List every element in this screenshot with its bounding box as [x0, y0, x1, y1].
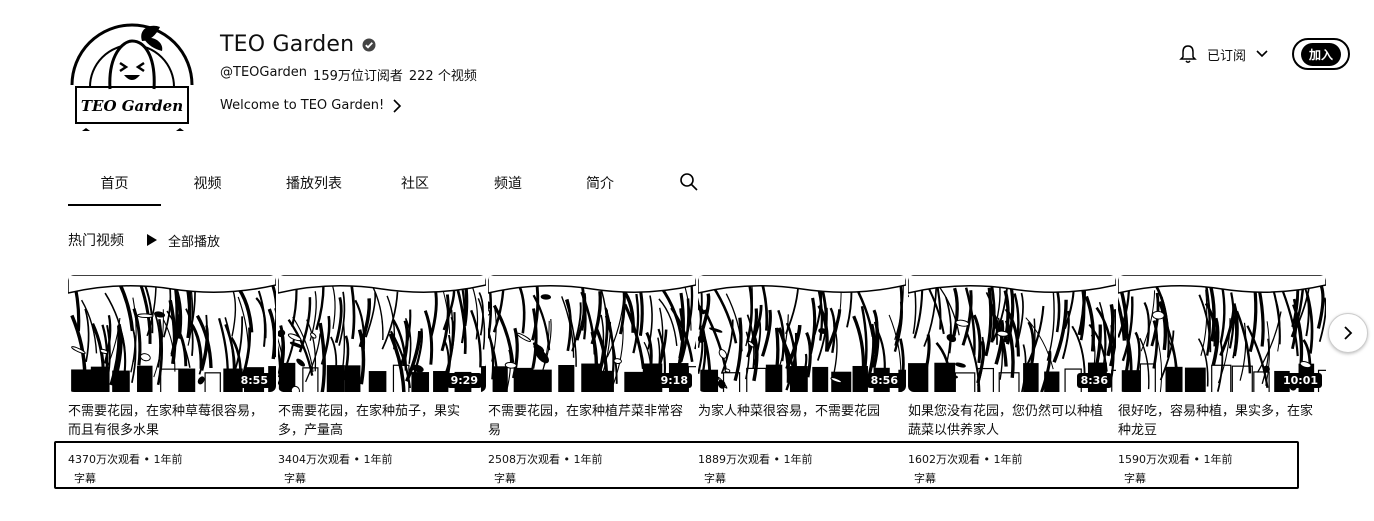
view-count: 2508万次观看 — [488, 453, 560, 466]
captions-badge: 字幕 — [914, 472, 936, 485]
video-stats-highlight: 4370万次观看 • 1年前 字幕 3404万次观看 • 1年前 字幕 2508… — [54, 441, 1299, 489]
video-shelf: 8:55 不需要花园，在家种草莓很容易，而且有很多水果 9:29 不需要花园，在… — [68, 275, 1330, 445]
video-title[interactable]: 如果您没有花园，您仍然可以种植蔬菜以供养家人 — [908, 402, 1113, 440]
channel-description: Welcome to TEO Garden! — [220, 98, 385, 113]
tab-search[interactable] — [640, 168, 738, 206]
captions-badge: 字幕 — [1124, 472, 1146, 485]
video-stats: 1602万次观看 • 1年前 字幕 — [908, 450, 1022, 488]
join-label: 加入 — [1300, 42, 1341, 66]
channel-tabs: 首页 视频 播放列表 社区 频道 简介 — [68, 168, 738, 206]
tab-about[interactable]: 简介 — [560, 168, 640, 206]
view-count: 1602万次观看 — [908, 453, 980, 466]
duration-badge: 10:01 — [1278, 373, 1322, 388]
view-count: 1590万次观看 — [1118, 453, 1190, 466]
upload-age: 1年前 — [1203, 453, 1233, 466]
join-button[interactable]: 加入 — [1292, 38, 1350, 70]
video-stats: 1590万次观看 • 1年前 字幕 — [1118, 450, 1232, 488]
view-count: 1889万次观看 — [698, 453, 770, 466]
verified-check-icon — [362, 38, 376, 51]
chevron-right-icon — [393, 98, 402, 113]
video-stats: 4370万次观看 • 1年前 字幕 — [68, 450, 182, 488]
video-thumbnail[interactable]: 8:36 — [908, 275, 1116, 392]
tab-videos[interactable]: 视频 — [161, 168, 254, 206]
subscribed-label: 已订阅 — [1206, 48, 1246, 64]
upload-age: 1年前 — [783, 453, 813, 466]
video-card[interactable]: 8:56 为家人种菜很容易，不需要花园 — [698, 275, 906, 421]
channel-avatar[interactable]: TEO Garden — [68, 15, 196, 143]
subscribed-button[interactable]: 已订阅 — [1179, 44, 1268, 64]
subscriber-count: 159万位订阅者 — [313, 69, 403, 84]
chevron-right-icon — [1344, 326, 1353, 340]
video-card[interactable]: 8:36 如果您没有花园，您仍然可以种植蔬菜以供养家人 — [908, 275, 1116, 440]
video-title[interactable]: 为家人种菜很容易，不需要花园 — [698, 402, 903, 421]
channel-description-link[interactable]: Welcome to TEO Garden! — [220, 98, 477, 113]
duration-badge: 8:56 — [866, 373, 902, 388]
video-card[interactable]: 9:18 不需要花园，在家种植芹菜非常容易 — [488, 275, 696, 440]
video-thumbnail[interactable]: 10:01 — [1118, 275, 1326, 392]
play-all-button[interactable]: 全部播放 — [146, 231, 220, 250]
avatar-logo-icon: TEO Garden — [70, 23, 194, 131]
shelf-next-button[interactable] — [1328, 313, 1368, 353]
captions-badge: 字幕 — [74, 472, 96, 485]
play-all-label: 全部播放 — [168, 234, 221, 250]
duration-badge: 8:55 — [236, 373, 272, 388]
video-count: 222 个视频 — [408, 69, 477, 84]
video-card[interactable]: 8:55 不需要花园，在家种草莓很容易，而且有很多水果 — [68, 275, 276, 440]
bell-icon — [1179, 45, 1197, 63]
chevron-down-icon — [1256, 50, 1268, 58]
upload-age: 1年前 — [573, 453, 603, 466]
duration-badge: 9:18 — [656, 373, 692, 388]
video-title[interactable]: 不需要花园，在家种植芹菜非常容易 — [488, 402, 693, 440]
tab-channels[interactable]: 频道 — [456, 168, 560, 206]
video-stats: 2508万次观看 • 1年前 字幕 — [488, 450, 602, 488]
tab-playlists[interactable]: 播放列表 — [254, 168, 374, 206]
video-title[interactable]: 很好吃，容易种植，果实多，在家种龙豆 — [1118, 402, 1323, 440]
tab-home[interactable]: 首页 — [68, 168, 161, 206]
captions-badge: 字幕 — [704, 472, 726, 485]
video-stats: 3404万次观看 • 1年前 字幕 — [278, 450, 392, 488]
section-title: 热门视频 — [68, 233, 124, 249]
video-title[interactable]: 不需要花园，在家种茄子，果实多，产量高 — [278, 402, 483, 440]
video-thumbnail[interactable]: 8:56 — [698, 275, 906, 392]
channel-info: TEO Garden @TEOGarden 159万位订阅者 222 个视频 W… — [220, 32, 477, 113]
view-count: 3404万次观看 — [278, 453, 350, 466]
duration-badge: 9:29 — [446, 373, 482, 388]
svg-text:TEO Garden: TEO Garden — [81, 97, 183, 115]
channel-name: TEO Garden — [220, 32, 355, 57]
video-title[interactable]: 不需要花园，在家种草莓很容易，而且有很多水果 — [68, 402, 273, 440]
video-card[interactable]: 10:01 很好吃，容易种植，果实多，在家种龙豆 — [1118, 275, 1326, 440]
duration-badge: 8:36 — [1076, 373, 1112, 388]
video-card[interactable]: 9:29 不需要花园，在家种茄子，果实多，产量高 — [278, 275, 486, 440]
play-icon — [147, 234, 157, 246]
tab-community[interactable]: 社区 — [374, 168, 456, 206]
captions-badge: 字幕 — [494, 472, 516, 485]
view-count: 4370万次观看 — [68, 453, 140, 466]
video-thumbnail[interactable]: 9:18 — [488, 275, 696, 392]
upload-age: 1年前 — [153, 453, 183, 466]
upload-age: 1年前 — [363, 453, 393, 466]
channel-handle: @TEOGarden — [220, 65, 308, 80]
video-stats: 1889万次观看 • 1年前 字幕 — [698, 450, 812, 488]
captions-badge: 字幕 — [284, 472, 306, 485]
video-thumbnail[interactable]: 9:29 — [278, 275, 486, 392]
video-thumbnail[interactable]: 8:55 — [68, 275, 276, 392]
search-icon — [680, 173, 698, 191]
upload-age: 1年前 — [993, 453, 1023, 466]
